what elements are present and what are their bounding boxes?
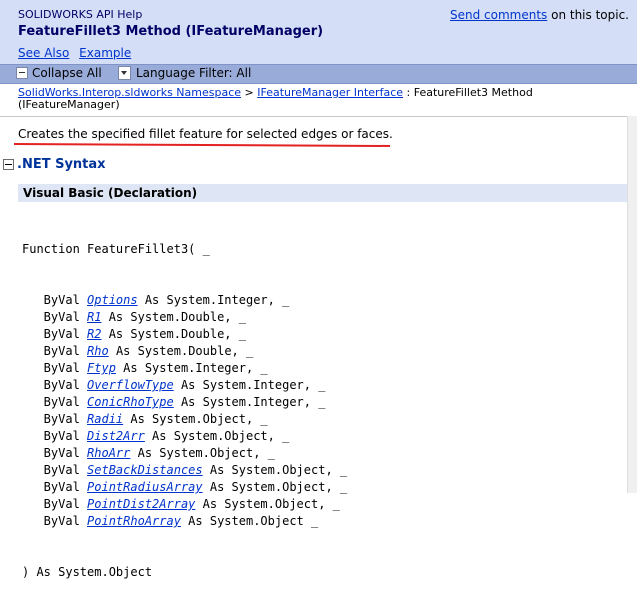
code-line-param: ByVal PointDist2Array As System.Object, …: [22, 496, 622, 513]
collapse-filter-bar: Collapse All Language Filter: All: [0, 64, 637, 84]
code-line-function: Function FeatureFillet3( _: [22, 242, 210, 256]
breadcrumb-interface-link[interactable]: IFeatureManager Interface: [257, 86, 403, 99]
code-line-param: ByVal Ftyp As System.Integer, _: [22, 360, 622, 377]
code-line-return: ) As System.Object: [22, 565, 153, 579]
param-type: As System.Object, _: [202, 480, 348, 494]
param-link-pointradiusarray[interactable]: PointRadiusArray: [87, 480, 203, 494]
param-link-pointdist2array[interactable]: PointDist2Array: [87, 497, 195, 511]
collapse-all-button[interactable]: Collapse All: [16, 66, 102, 80]
param-byval-keyword: ByVal: [22, 327, 88, 341]
param-byval-keyword: ByVal: [22, 361, 88, 375]
header-links: See Also Example: [18, 46, 137, 60]
param-link-rhoarr[interactable]: RhoArr: [87, 446, 130, 460]
param-link-ftyp[interactable]: Ftyp: [87, 361, 116, 375]
breadcrumb-separator: >: [241, 86, 258, 99]
param-link-r2[interactable]: R2: [87, 327, 101, 341]
param-link-conicrhotype[interactable]: ConicRhoType: [87, 395, 174, 409]
code-line-param: ByVal Radii As System.Object, _: [22, 411, 622, 428]
code-line-param: ByVal PointRhoArray As System.Object _: [22, 513, 622, 530]
code-line-param: ByVal Dist2Arr As System.Object, _: [22, 428, 622, 445]
collapse-section-icon[interactable]: [3, 159, 14, 170]
param-byval-keyword: ByVal: [22, 412, 88, 426]
send-comments-area: Send comments on this topic.: [450, 8, 629, 22]
param-byval-keyword: ByVal: [22, 378, 88, 392]
see-also-link[interactable]: See Also: [18, 46, 69, 60]
net-syntax-section-title[interactable]: .NET Syntax: [17, 157, 106, 172]
language-filter-label: Language Filter: All: [136, 66, 252, 80]
param-link-options[interactable]: Options: [87, 293, 138, 307]
red-annotation-underline: [13, 143, 391, 147]
language-filter-dropdown[interactable]: Language Filter: All: [118, 66, 251, 80]
collapse-icon: [16, 67, 28, 79]
param-link-pointrhoarray[interactable]: PointRhoArray: [87, 514, 181, 528]
param-link-r1[interactable]: R1: [87, 310, 101, 324]
param-type: As System.Double, _: [108, 344, 254, 358]
param-type: As System.Integer, _: [173, 378, 326, 392]
send-comments-suffix: on this topic.: [547, 8, 629, 22]
param-type: As System.Double, _: [101, 327, 246, 341]
code-line-param: ByVal ConicRhoType As System.Integer, _: [22, 394, 622, 411]
param-type: As System.Object, _: [123, 412, 268, 426]
code-line-param: ByVal Rho As System.Double, _: [22, 343, 622, 360]
param-link-radii[interactable]: Radii: [87, 412, 123, 426]
code-line-param: ByVal Options As System.Integer, _: [22, 292, 622, 309]
topic-content: Creates the specified fillet feature for…: [0, 116, 627, 579]
code-line-param: ByVal R1 As System.Double, _: [22, 309, 622, 326]
collapse-all-label: Collapse All: [32, 66, 102, 80]
param-type: As System.Integer, _: [137, 293, 290, 307]
param-byval-keyword: ByVal: [22, 463, 88, 477]
syntax-code-block: Function FeatureFillet3( _ ByVal Options…: [22, 207, 622, 615]
param-type: As System.Integer, _: [115, 361, 268, 375]
param-type: As System.Object, _: [144, 429, 290, 443]
app-title: SOLIDWORKS API Help: [18, 8, 143, 21]
param-type: As System.Object _: [180, 514, 319, 528]
page-title: FeatureFillet3 Method (IFeatureManager): [18, 24, 324, 39]
param-byval-keyword: ByVal: [22, 310, 88, 324]
param-link-rho[interactable]: Rho: [87, 344, 109, 358]
code-line-param: ByVal SetBackDistances As System.Object,…: [22, 462, 622, 479]
param-type: As System.Double, _: [101, 310, 246, 324]
param-link-setbackdistances[interactable]: SetBackDistances: [87, 463, 203, 477]
param-byval-keyword: ByVal: [22, 395, 88, 409]
topic-header: SOLIDWORKS API Help Send comments on thi…: [0, 0, 637, 64]
param-byval-keyword: ByVal: [22, 344, 88, 358]
param-link-dist2arr[interactable]: Dist2Arr: [87, 429, 145, 443]
code-line-param: ByVal RhoArr As System.Object, _: [22, 445, 622, 462]
send-comments-link[interactable]: Send comments: [450, 8, 547, 22]
param-type: As System.Object, _: [130, 446, 275, 460]
breadcrumb: SolidWorks.Interop.sldworks Namespace > …: [18, 87, 578, 111]
param-byval-keyword: ByVal: [22, 497, 88, 511]
param-byval-keyword: ByVal: [22, 480, 88, 494]
example-link[interactable]: Example: [79, 46, 131, 60]
param-type: As System.Object, _: [195, 497, 340, 511]
param-byval-keyword: ByVal: [22, 429, 88, 443]
method-description: Creates the specified fillet feature for…: [18, 127, 393, 141]
param-byval-keyword: ByVal: [22, 514, 88, 528]
code-line-param: ByVal PointRadiusArray As System.Object,…: [22, 479, 622, 496]
chevron-down-icon[interactable]: [118, 66, 131, 80]
syntax-language-header: Visual Basic (Declaration): [18, 184, 627, 202]
param-link-overflowtype[interactable]: OverflowType: [87, 378, 174, 392]
param-byval-keyword: ByVal: [22, 293, 88, 307]
code-line-param: ByVal OverflowType As System.Integer, _: [22, 377, 622, 394]
code-line-param: ByVal R2 As System.Double, _: [22, 326, 622, 343]
param-type: As System.Object, _: [202, 463, 348, 477]
param-type: As System.Integer, _: [173, 395, 326, 409]
vertical-scrollbar[interactable]: [627, 116, 637, 493]
param-byval-keyword: ByVal: [22, 446, 88, 460]
